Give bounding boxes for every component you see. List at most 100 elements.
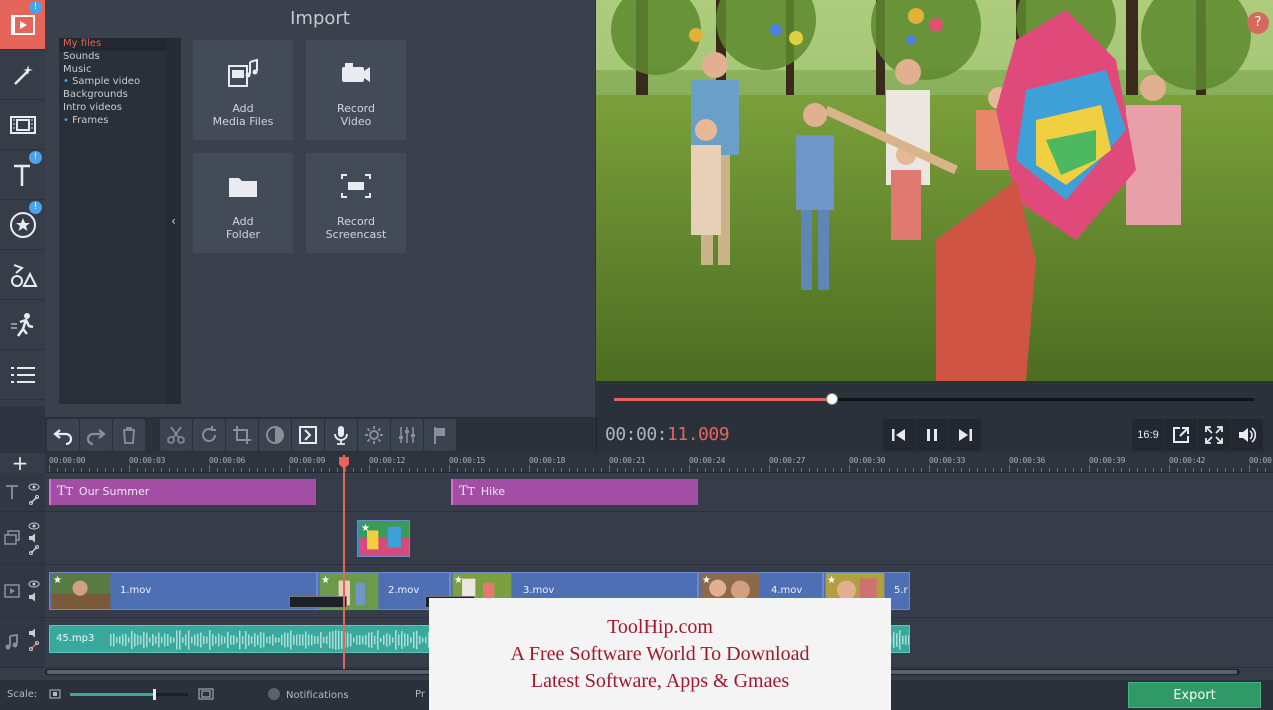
- link-icon[interactable]: [28, 495, 40, 505]
- ruler-time-label: 00:00:36: [1009, 456, 1046, 465]
- marker-button[interactable]: [424, 419, 456, 451]
- ruler-tick: [961, 468, 962, 472]
- ruler-tick: [1033, 468, 1034, 472]
- overlay-clip[interactable]: ★: [357, 520, 410, 557]
- link-icon[interactable]: [28, 545, 40, 555]
- ruler-time-label: 00:00:33: [929, 456, 966, 465]
- callouts-tab-button[interactable]: [0, 250, 45, 300]
- star-icon: ★: [53, 575, 62, 586]
- equalizer-button[interactable]: [391, 419, 423, 451]
- import-panel: Import My files Sounds Music • Sample vi…: [45, 0, 595, 417]
- delete-button[interactable]: [113, 419, 145, 451]
- ruler-tick: [697, 468, 698, 472]
- tree-item-sample-video[interactable]: • Sample video: [59, 76, 166, 89]
- collapse-tree-button[interactable]: ‹: [166, 38, 181, 404]
- eye-icon[interactable]: [28, 521, 40, 531]
- time-ruler[interactable]: 00:00:00 00:00:03 00:00:06 00:00:09 00:00:12…: [45, 453, 1273, 473]
- crop-button[interactable]: [226, 419, 258, 451]
- ruler-tick: [105, 468, 106, 472]
- zoom-in-icon[interactable]: [198, 688, 214, 700]
- ruler-tick: [217, 468, 218, 472]
- scale-slider[interactable]: [70, 689, 188, 700]
- ruler-tick: [937, 468, 938, 472]
- video-track-icon: [4, 584, 20, 598]
- tree-item-my-files[interactable]: My files: [59, 38, 166, 51]
- ruler-tick: [1209, 468, 1210, 472]
- title-clip[interactable]: TT Our Summer: [49, 479, 316, 505]
- record-video-button[interactable]: Record Video: [306, 40, 406, 140]
- ruler-tick: [1065, 468, 1066, 472]
- scale-slider-knob[interactable]: [152, 689, 156, 700]
- filters-tab-button[interactable]: [0, 50, 45, 100]
- stickers-tab-button[interactable]: !: [0, 200, 45, 250]
- skip-forward-button[interactable]: [949, 419, 981, 451]
- clip-properties-button[interactable]: [292, 419, 324, 451]
- tree-item-backgrounds[interactable]: Backgrounds: [59, 89, 166, 102]
- more-tools-tab-button[interactable]: [0, 350, 45, 400]
- scissors-icon: [167, 426, 185, 444]
- transitions-tab-button[interactable]: [0, 100, 45, 150]
- seek-knob[interactable]: [825, 393, 838, 405]
- settings-button[interactable]: [358, 419, 390, 451]
- tree-item-music[interactable]: Music: [59, 64, 166, 77]
- speaker-icon[interactable]: [28, 533, 40, 543]
- tree-item-intro-videos[interactable]: Intro videos: [59, 102, 166, 115]
- color-adjust-button[interactable]: [259, 419, 291, 451]
- ruler-tick: [425, 468, 426, 472]
- unlink-icon[interactable]: [28, 641, 40, 651]
- redo-button[interactable]: [80, 419, 112, 451]
- aspect-ratio-button[interactable]: 16:9: [1132, 419, 1164, 451]
- ruler-tick: [457, 468, 458, 472]
- volume-button[interactable]: [1231, 419, 1263, 451]
- ruler-tick: [977, 468, 978, 472]
- star-icon: ★: [361, 523, 370, 534]
- ruler-tick: [841, 468, 842, 472]
- tree-item-sounds[interactable]: Sounds: [59, 51, 166, 64]
- ruler-tick: [593, 468, 594, 472]
- export-button[interactable]: Export: [1128, 682, 1261, 708]
- eye-icon[interactable]: [28, 482, 40, 492]
- speaker-icon[interactable]: [28, 628, 40, 638]
- video-camera-icon: [342, 63, 370, 82]
- ruler-tick: [585, 468, 586, 472]
- skip-back-button[interactable]: [883, 419, 915, 451]
- add-track-button[interactable]: +: [10, 453, 30, 473]
- ruler-tick: [601, 468, 602, 472]
- add-media-files-button[interactable]: Add Media Files: [193, 40, 293, 140]
- ruler-tick: [161, 468, 162, 472]
- ruler-tick: [553, 468, 554, 472]
- import-tab-button[interactable]: !: [0, 0, 45, 50]
- record-audio-button[interactable]: [325, 419, 357, 451]
- rotate-button[interactable]: [193, 419, 225, 451]
- ruler-tick: [129, 465, 130, 472]
- video-clip[interactable]: ★ 1.mov: [49, 572, 317, 610]
- titles-tab-button[interactable]: !: [0, 150, 45, 200]
- transition-marker[interactable]: [289, 596, 347, 608]
- ruler-tick: [337, 468, 338, 472]
- tree-item-frames[interactable]: • Frames: [59, 115, 166, 128]
- watermark-overlay: ToolHip.com A Free Software World To Dow…: [429, 598, 891, 710]
- title-clip[interactable]: TT Hike: [451, 479, 698, 505]
- ruler-tick: [361, 468, 362, 472]
- notifications-button[interactable]: Notifications: [268, 688, 349, 701]
- ruler-time-label: 00:00:24: [689, 456, 726, 465]
- video-preview[interactable]: ?: [596, 0, 1273, 381]
- cut-button[interactable]: [160, 419, 192, 451]
- motion-tab-button[interactable]: [0, 300, 45, 350]
- zoom-out-icon[interactable]: [49, 689, 61, 699]
- add-folder-button[interactable]: Add Folder: [193, 153, 293, 253]
- help-button[interactable]: ?: [1247, 12, 1269, 34]
- record-screencast-button[interactable]: Record Screencast: [306, 153, 406, 253]
- ruler-tick: [609, 465, 610, 472]
- pause-button[interactable]: [916, 419, 948, 451]
- eye-icon[interactable]: [28, 579, 40, 589]
- ruler-tick: [177, 468, 178, 472]
- detach-preview-button[interactable]: [1165, 419, 1197, 451]
- undo-button[interactable]: [47, 419, 79, 451]
- ruler-tick: [1249, 465, 1250, 472]
- fullscreen-button[interactable]: [1198, 419, 1230, 451]
- ruler-tick: [169, 468, 170, 472]
- seek-track[interactable]: [614, 393, 1254, 405]
- speaker-icon[interactable]: [28, 592, 40, 602]
- ruler-tick: [1089, 465, 1090, 472]
